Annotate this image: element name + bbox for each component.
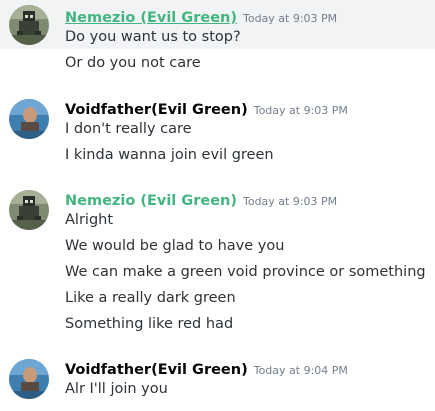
photo-avatar-icon <box>9 359 49 399</box>
message-header: Voidfather(Evil Green) Today at 9:04 PM <box>65 359 348 378</box>
pixel-art-avatar-icon <box>9 190 49 230</box>
pixel-art-avatar-icon <box>9 5 49 45</box>
username[interactable]: Nemezio (Evil Green) <box>65 10 237 26</box>
username[interactable]: Voidfather(Evil Green) <box>65 102 248 118</box>
message-text: Alr I'll join you <box>65 381 168 397</box>
timestamp: Today at 9:03 PM <box>253 104 348 117</box>
username[interactable]: Voidfather(Evil Green) <box>65 362 248 378</box>
message-text: Something like red had <box>65 316 234 332</box>
message-text: Like a really dark green <box>65 290 236 306</box>
message-text: Or do you not care <box>65 55 201 71</box>
message-text: We can make a green void province or som… <box>65 264 426 280</box>
message-text: I kinda wanna join evil green <box>65 147 274 163</box>
message-text: Do you want us to stop? <box>65 29 241 45</box>
timestamp: Today at 9:04 PM <box>253 364 348 377</box>
avatar[interactable] <box>9 5 49 45</box>
message-header: Nemezio (Evil Green) Today at 9:03 PM <box>65 7 337 26</box>
avatar[interactable] <box>9 99 49 139</box>
timestamp: Today at 9:03 PM <box>242 195 338 208</box>
message-header: Nemezio (Evil Green) Today at 9:03 PM <box>65 190 337 209</box>
message-header: Voidfather(Evil Green) Today at 9:03 PM <box>65 99 348 118</box>
message-text: We would be glad to have you <box>65 238 285 254</box>
username[interactable]: Nemezio (Evil Green) <box>65 193 237 209</box>
avatar[interactable] <box>9 359 49 399</box>
photo-avatar-icon <box>9 99 49 139</box>
avatar[interactable] <box>9 190 49 230</box>
timestamp: Today at 9:03 PM <box>242 12 338 25</box>
message-text: Alright <box>65 212 114 228</box>
message-text: I don't really care <box>65 121 192 137</box>
